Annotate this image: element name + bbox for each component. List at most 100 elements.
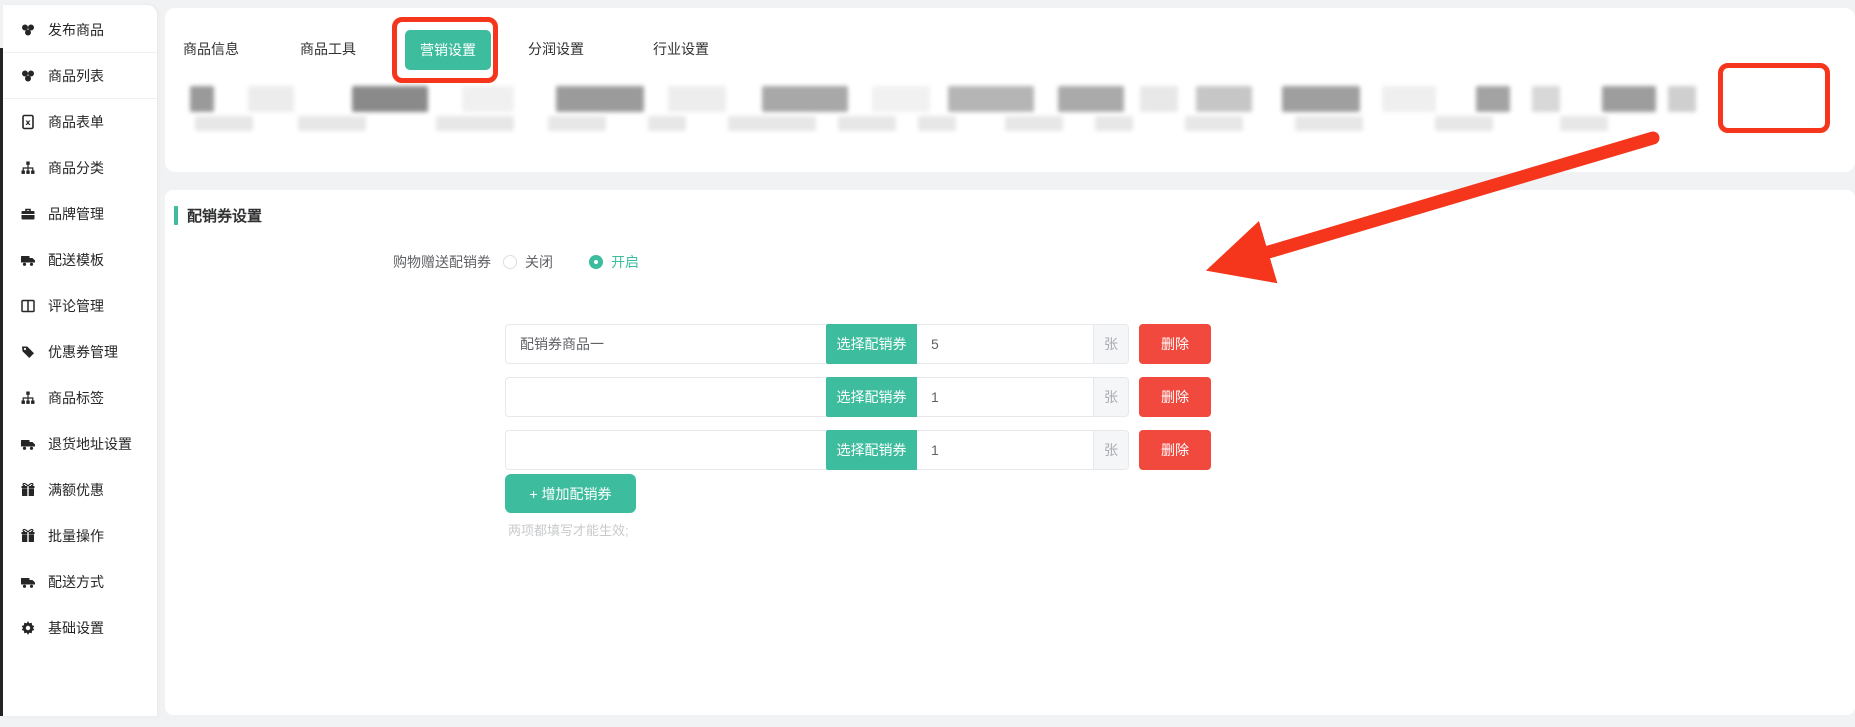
top-tab-1[interactable]: 商品工具 (300, 39, 356, 59)
sidebar-item-11[interactable]: 批量操作 (3, 513, 157, 559)
redacted-text (195, 116, 253, 131)
redacted-text (648, 116, 686, 131)
redacted-subtab (1382, 86, 1436, 112)
redacted-subtab (872, 86, 930, 112)
redacted-subtab (1476, 86, 1510, 112)
redacted-text (1005, 116, 1063, 131)
top-tab-4[interactable]: 行业设置 (653, 39, 709, 59)
delete-coupon-button[interactable]: 删除 (1139, 430, 1211, 470)
coupon-qty-input[interactable] (917, 325, 1093, 363)
gift-icon (20, 528, 36, 544)
redacted-text (838, 116, 896, 131)
coupon-qty-input[interactable] (917, 431, 1093, 469)
redacted-subtab (948, 86, 1034, 112)
qty-unit-label: 张 (1093, 378, 1128, 416)
redacted-text (918, 116, 956, 131)
briefcase-icon (20, 206, 36, 222)
redacted-text (436, 116, 514, 131)
section-title: 配销券设置 (187, 205, 262, 226)
redacted-subtab (352, 86, 428, 112)
select-coupon-button[interactable]: 选择配销券 (826, 377, 917, 417)
redacted-text (298, 116, 366, 131)
sidebar-item-8[interactable]: 商品标签 (3, 375, 157, 421)
coupon-row-1: 选择配销券 张 删除 (505, 377, 1211, 417)
redacted-text (1560, 116, 1608, 131)
file-x-icon: x (20, 114, 36, 130)
sidebar-item-0[interactable]: 发布商品 (3, 7, 157, 53)
sitemap-icon (20, 390, 36, 406)
redacted-subtab (762, 86, 848, 112)
top-tab-0[interactable]: 商品信息 (183, 39, 239, 59)
radio-off[interactable]: 关闭 (503, 252, 553, 272)
redacted-subtab (556, 86, 644, 112)
content-card: 配销券设置 购物赠送配销券 关闭 开启 选择配销券 张 删除 选择配销券 张 删… (165, 190, 1855, 715)
coupon-row-2: 选择配销券 张 删除 (505, 430, 1211, 470)
truck-icon (20, 436, 36, 452)
redacted-text (1435, 116, 1493, 131)
svg-text:x: x (25, 118, 31, 127)
redacted-subtab (1140, 86, 1178, 112)
top-tab-2[interactable]: 营销设置 (405, 30, 491, 70)
redacted-subtab (1532, 86, 1560, 112)
sidebar-item-5[interactable]: 配送模板 (3, 237, 157, 283)
sidebar-item-13[interactable]: 基础设置 (3, 605, 157, 651)
radio-on[interactable]: 开启 (589, 252, 639, 272)
redacted-subtab (462, 86, 514, 112)
sidebar-item-9[interactable]: 退货地址设置 (3, 421, 157, 467)
redacted-text (1185, 116, 1243, 131)
redacted-text (548, 116, 606, 131)
redacted-text (1295, 116, 1363, 131)
truck-icon (20, 252, 36, 268)
qty-group: 张 (917, 430, 1129, 470)
gift-icon (20, 482, 36, 498)
top-panel: 商品信息 商品工具 营销设置 分润设置 行业设置 配销券 (165, 8, 1855, 172)
select-coupon-button[interactable]: 选择配销券 (826, 324, 917, 364)
section-header: 配销券设置 (174, 205, 262, 226)
sidebar-item-3[interactable]: 商品分类 (3, 145, 157, 191)
redacted-subtab (1668, 86, 1696, 112)
sidebar-item-6[interactable]: 评论管理 (3, 283, 157, 329)
gift-coupon-setting-row: 购物赠送配销券 关闭 开启 (393, 252, 639, 272)
redacted-subtab (190, 86, 214, 112)
top-tab-3[interactable]: 分润设置 (528, 39, 584, 59)
gear-icon (20, 620, 36, 636)
redacted-subtab (1058, 86, 1124, 112)
radio-on-dot[interactable] (589, 255, 603, 269)
section-accent-bar (174, 206, 178, 225)
qty-unit-label: 张 (1093, 325, 1128, 363)
columns-icon (20, 298, 36, 314)
sidebar-item-1[interactable]: 商品列表 (3, 53, 157, 99)
redacted-subtab (248, 86, 294, 112)
add-coupon-button[interactable]: + 增加配销券 (505, 474, 636, 513)
coupon-name-input[interactable] (505, 430, 826, 470)
redacted-text (1095, 116, 1133, 131)
cubes-icon (20, 68, 36, 84)
sidebar: 发布商品 商品列表 x 商品表单 商品分类 品牌管理 配送模板 评论管理 优惠券… (3, 5, 157, 716)
radio-off-dot[interactable] (503, 255, 517, 269)
sidebar-item-12[interactable]: 配送方式 (3, 559, 157, 605)
coupon-qty-input[interactable] (917, 378, 1093, 416)
delete-coupon-button[interactable]: 删除 (1139, 324, 1211, 364)
coupon-row-0: 选择配销券 张 删除 (505, 324, 1211, 364)
redacted-subtab (1602, 86, 1656, 112)
sidebar-item-10[interactable]: 满额优惠 (3, 467, 157, 513)
sidebar-item-4[interactable]: 品牌管理 (3, 191, 157, 237)
radio-off-label: 关闭 (525, 252, 553, 272)
delete-coupon-button[interactable]: 删除 (1139, 377, 1211, 417)
sidebar-item-2[interactable]: x 商品表单 (3, 99, 157, 145)
tags-icon (20, 344, 36, 360)
truck-icon (20, 574, 36, 590)
redacted-subtab (1282, 86, 1360, 112)
coupon-name-input[interactable] (505, 377, 826, 417)
qty-unit-label: 张 (1093, 431, 1128, 469)
redacted-subtab (668, 86, 726, 112)
sitemap-icon (20, 160, 36, 176)
cubes-icon (20, 22, 36, 38)
select-coupon-button[interactable]: 选择配销券 (826, 430, 917, 470)
sidebar-item-7[interactable]: 优惠券管理 (3, 329, 157, 375)
qty-group: 张 (917, 377, 1129, 417)
qty-group: 张 (917, 324, 1129, 364)
redacted-text (728, 116, 816, 131)
gift-coupon-label: 购物赠送配销券 (393, 252, 491, 272)
coupon-name-input[interactable] (505, 324, 826, 364)
